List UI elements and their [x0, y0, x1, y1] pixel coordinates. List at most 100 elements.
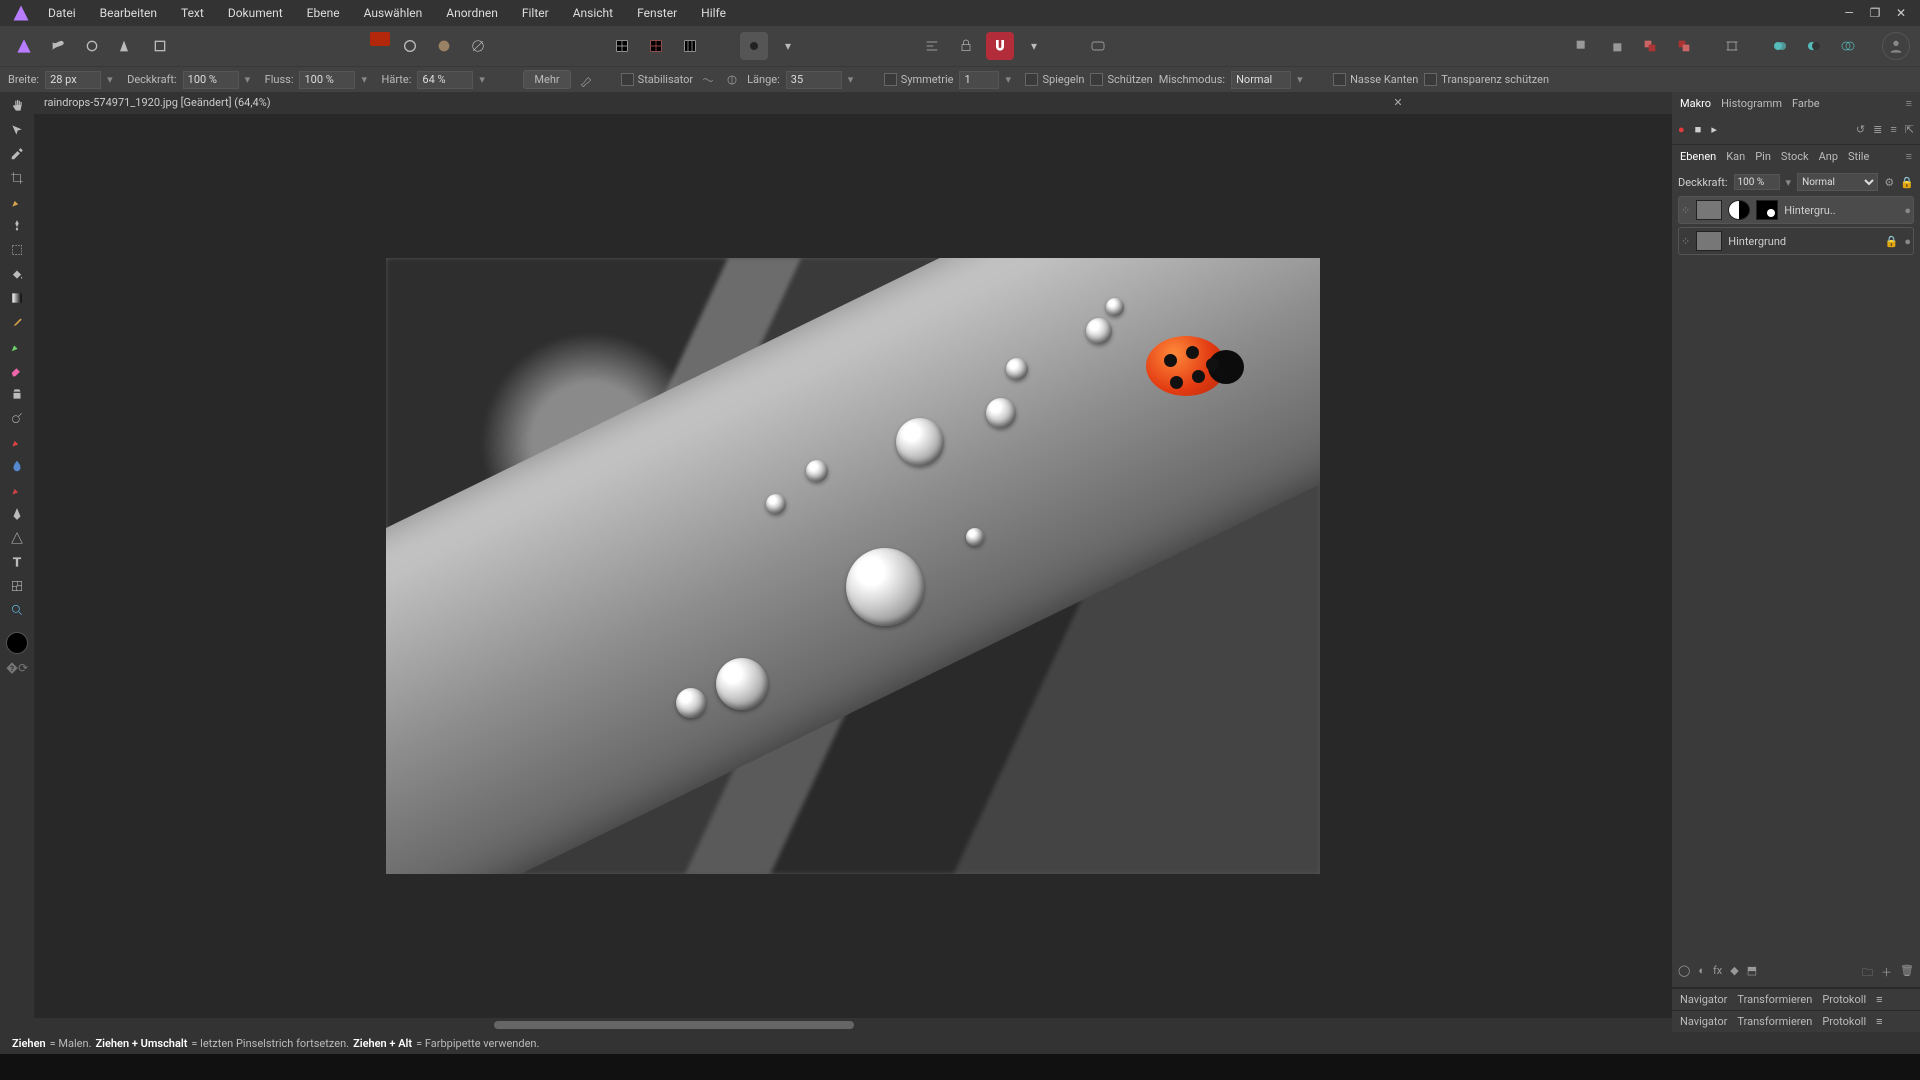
stabilizer-checkbox[interactable]: Stabilisator	[621, 73, 693, 87]
move-tool-icon[interactable]	[4, 120, 30, 140]
macro-list-b-icon[interactable]: ≡	[1890, 123, 1896, 136]
snapping-toggle-icon[interactable]	[986, 32, 1014, 60]
layer-visibility-dot[interactable]: ●	[1904, 204, 1911, 217]
scrollbar-thumb[interactable]	[494, 1021, 854, 1029]
wet-edges-checkbox[interactable]: Nasse Kanten	[1333, 73, 1418, 87]
add-layer-icon[interactable]: ＋	[1881, 964, 1892, 983]
window-restore-button[interactable]: ❐	[1862, 6, 1888, 20]
tab-stock[interactable]: Stock	[1781, 150, 1809, 163]
hardness-input[interactable]	[417, 71, 473, 89]
canvas-viewport[interactable]	[34, 114, 1672, 1018]
symmetry-input[interactable]	[959, 71, 999, 89]
distribute-icon[interactable]	[1718, 32, 1746, 60]
menu-datei[interactable]: Datei	[36, 0, 88, 26]
group-icon[interactable]: 🗀	[1862, 964, 1873, 983]
panel-menu-icon[interactable]: ≡	[1906, 150, 1912, 163]
layer-opacity-input[interactable]	[1734, 174, 1780, 190]
horizontal-scrollbar[interactable]	[34, 1018, 1672, 1032]
panel-menu-icon[interactable]: ≡	[1876, 993, 1882, 1006]
no-colour-icon[interactable]	[464, 32, 492, 60]
crop-tool-icon[interactable]	[4, 168, 30, 188]
chevron-down-icon[interactable]: ▾	[1005, 73, 1019, 86]
align-icon[interactable]	[918, 32, 946, 60]
order-back-icon[interactable]	[1568, 32, 1596, 60]
panel-menu-icon[interactable]: ≡	[1876, 1015, 1882, 1028]
chevron-down-icon[interactable]: ▾	[361, 73, 375, 86]
mesh-warp-tool-icon[interactable]	[4, 576, 30, 596]
quickmask-icon[interactable]	[740, 32, 768, 60]
persona-develop-icon[interactable]	[78, 32, 106, 60]
menu-bearbeiten[interactable]: Bearbeiten	[88, 0, 169, 26]
menu-filter[interactable]: Filter	[510, 0, 561, 26]
tab-anp[interactable]: Anp	[1819, 150, 1838, 163]
play-icon[interactable]: ▸	[1711, 123, 1717, 136]
tab-navigator[interactable]: Navigator	[1680, 1015, 1727, 1028]
rope-stabilizer-icon[interactable]	[699, 71, 717, 89]
persona-tone-icon[interactable]	[112, 32, 140, 60]
record-icon[interactable]: ●	[1678, 123, 1685, 136]
blendmode-select[interactable]	[1231, 71, 1291, 89]
tab-navigator[interactable]: Navigator	[1680, 993, 1727, 1006]
chevron-down-icon[interactable]: ▾	[245, 73, 259, 86]
delete-layer-icon[interactable]: 🗑	[1900, 964, 1914, 983]
text-tool-icon[interactable]	[4, 552, 30, 572]
chevron-down-icon[interactable]: ▾	[774, 32, 802, 60]
tag-icon[interactable]: ◆	[1730, 964, 1738, 983]
menu-auswählen[interactable]: Auswählen	[352, 0, 435, 26]
opacity-input[interactable]	[183, 71, 239, 89]
pixel-tool-icon[interactable]	[4, 336, 30, 356]
account-icon[interactable]	[1882, 32, 1910, 60]
flow-input[interactable]	[299, 71, 355, 89]
tab-transformieren[interactable]: Transformieren	[1737, 1015, 1812, 1028]
dodge-tool-icon[interactable]	[4, 408, 30, 428]
close-icon[interactable]: ✕	[1393, 96, 1402, 109]
more-button[interactable]: Mehr	[523, 70, 570, 89]
pen-tool-icon[interactable]	[4, 504, 30, 524]
bool-int-icon[interactable]	[1834, 32, 1862, 60]
mask-circle-icon[interactable]	[396, 32, 424, 60]
tab-histogramm[interactable]: Histogramm	[1721, 97, 1782, 110]
adjustment-icon[interactable]: ◐	[1698, 964, 1705, 983]
chevron-down-icon[interactable]: ▾	[848, 73, 862, 86]
symmetry-checkbox[interactable]: Symmetrie	[884, 73, 954, 87]
layer-blend-select[interactable]: Normal	[1797, 173, 1878, 191]
foreground-colour-swatch[interactable]	[6, 632, 28, 654]
clone-tool-icon[interactable]	[4, 384, 30, 404]
selection-brush-tool-icon[interactable]	[4, 192, 30, 212]
menu-hilfe[interactable]: Hilfe	[689, 0, 738, 26]
hand-tool-icon[interactable]	[4, 96, 30, 116]
gradient-tool-icon[interactable]	[4, 288, 30, 308]
grid-a-icon[interactable]	[608, 32, 636, 60]
tab-protokoll[interactable]: Protokoll	[1822, 993, 1866, 1006]
order-dup-b-icon[interactable]	[1670, 32, 1698, 60]
marquee-tool-icon[interactable]	[4, 240, 30, 260]
macro-list-a-icon[interactable]: ≣	[1873, 123, 1882, 136]
grid-b-icon[interactable]	[642, 32, 670, 60]
persona-photo-icon[interactable]	[10, 32, 38, 60]
lock-icon[interactable]	[952, 32, 980, 60]
tab-ebenen[interactable]: Ebenen	[1680, 150, 1716, 163]
macro-reset-icon[interactable]: ↺	[1856, 123, 1865, 136]
persona-liquify-icon[interactable]	[44, 32, 72, 60]
brush-preset-icon[interactable]	[577, 71, 595, 89]
tab-kan[interactable]: Kan	[1726, 150, 1745, 163]
stop-icon[interactable]: ■	[1695, 123, 1702, 136]
flood-fill-tool-icon[interactable]	[4, 264, 30, 284]
panel-menu-icon[interactable]: ≡	[1906, 97, 1912, 110]
chevron-down-icon[interactable]: ▾	[1020, 32, 1048, 60]
clip-icon[interactable]: ⬒	[1747, 964, 1757, 983]
retouch-tool-icon[interactable]	[4, 480, 30, 500]
bool-add-icon[interactable]	[1766, 32, 1794, 60]
menu-ebene[interactable]: Ebene	[295, 0, 352, 26]
order-front-icon[interactable]	[1602, 32, 1630, 60]
tab-transformieren[interactable]: Transformieren	[1737, 993, 1812, 1006]
layer-visibility-dot[interactable]: ●	[1904, 235, 1911, 248]
tab-makro[interactable]: Makro	[1680, 97, 1711, 110]
menu-ansicht[interactable]: Ansicht	[561, 0, 625, 26]
mirror-checkbox[interactable]: Spiegeln	[1025, 73, 1084, 87]
preview-icon[interactable]	[1084, 32, 1112, 60]
lock-icon[interactable]: 🔒	[1900, 176, 1914, 189]
grid-c-icon[interactable]	[676, 32, 704, 60]
layer-row[interactable]: ⁘Hintergrund🔒●	[1678, 227, 1914, 255]
colour-wheel-icon[interactable]	[430, 32, 458, 60]
